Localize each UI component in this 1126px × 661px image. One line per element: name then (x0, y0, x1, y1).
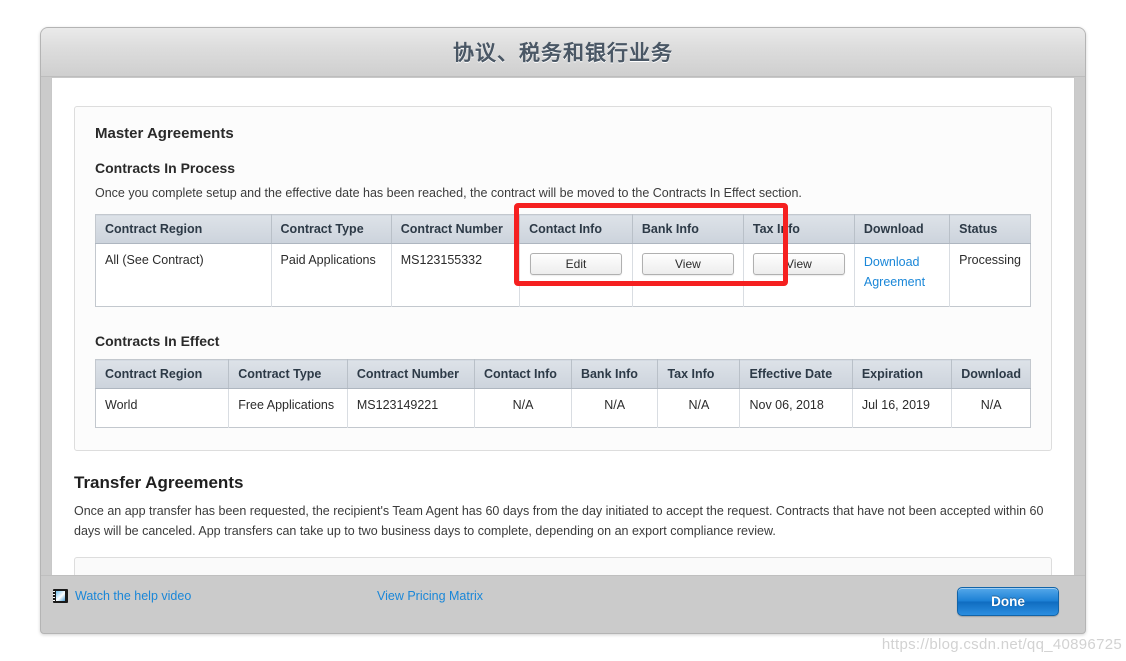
cell-status: Processing (949, 243, 1031, 307)
download-agreement-line1: Download (863, 255, 920, 270)
cell-contact-info: N/A (474, 388, 572, 428)
cell-contract-number: MS123149221 (347, 388, 476, 428)
watch-help-video-link[interactable]: Watch the help video (75, 589, 191, 603)
cell-contract-number: MS123155332 (391, 243, 521, 307)
cell-expiration: Jul 16, 2019 (852, 388, 953, 428)
col-contact-info: Contact Info (519, 214, 633, 245)
transfer-agreements-title: Transfer Agreements (74, 473, 244, 493)
cell-tax-info: View (743, 243, 855, 307)
col-contract-number: Contract Number (391, 214, 521, 245)
content-panel: Master Agreements Contracts In Process O… (51, 77, 1075, 577)
table-row: World Free Applications MS123149221 N/A … (95, 388, 1031, 428)
master-agreements-card: Master Agreements Contracts In Process O… (74, 106, 1052, 452)
view-bank-info-button[interactable]: View (641, 253, 734, 276)
film-video-icon (53, 589, 68, 603)
transfer-agreements-description: Once an app transfer has been requested,… (74, 504, 1044, 538)
col-contract-number: Contract Number (347, 359, 476, 390)
contracts-in-effect-table: Contract Region Contract Type Contract N… (95, 359, 1031, 429)
cell-bank-info: View (632, 243, 744, 307)
contracts-in-effect-thead: Contract Region Contract Type Contract N… (95, 359, 1031, 390)
col-download: Download (951, 359, 1031, 390)
download-agreement-link[interactable]: Download Agreement (864, 255, 925, 288)
col-effective-date: Effective Date (739, 359, 853, 390)
col-contract-region: Contract Region (95, 359, 230, 390)
cell-effective-date: Nov 06, 2018 (739, 388, 853, 428)
table-header-row: Contract Region Contract Type Contract N… (95, 359, 1031, 390)
col-bank-info: Bank Info (632, 214, 744, 245)
contracts-in-effect-tbody: World Free Applications MS123149221 N/A … (95, 388, 1031, 428)
col-expiration: Expiration (852, 359, 953, 390)
watermark-text: https://blog.csdn.net/qq_40896725 (881, 636, 1122, 653)
col-bank-info: Bank Info (571, 359, 659, 390)
cell-contract-region: All (See Contract) (95, 243, 272, 307)
cell-contract-region: World (95, 388, 230, 428)
col-status: Status (949, 214, 1031, 245)
contracts-in-process-table: Contract Region Contract Type Contract N… (95, 214, 1031, 308)
col-download: Download (854, 214, 951, 245)
cell-tax-info: N/A (657, 388, 741, 428)
cell-download: Download Agreement (854, 243, 951, 307)
col-contract-type: Contract Type (271, 214, 392, 245)
download-agreement-line2: Agreement (863, 274, 926, 289)
cell-contact-info: Edit (519, 243, 633, 307)
transfer-agreements-empty-box: You have no Transfer Agreements. (74, 556, 1052, 577)
modal-footer: Watch the help video View Pricing Matrix… (41, 575, 1085, 633)
help-video-group[interactable]: Watch the help video (53, 589, 191, 603)
cell-download: N/A (951, 388, 1031, 428)
col-tax-info: Tax Info (743, 214, 855, 245)
col-contract-type: Contract Type (228, 359, 348, 390)
done-button[interactable]: Done (957, 587, 1059, 616)
content-inner: Master Agreements Contracts In Process O… (52, 78, 1074, 577)
cell-contract-type: Paid Applications (271, 243, 392, 307)
col-contact-info: Contact Info (474, 359, 572, 390)
contracts-in-effect-title: Contracts In Effect (95, 333, 220, 350)
contracts-in-process-thead: Contract Region Contract Type Contract N… (95, 214, 1031, 245)
cell-contract-type: Free Applications (228, 388, 348, 428)
table-header-row: Contract Region Contract Type Contract N… (95, 214, 1031, 245)
master-agreements-title: Master Agreements (95, 125, 234, 142)
table-spacer (95, 307, 1031, 333)
screenshot-root: 协议、税务和银行业务 Master Agreements Contracts I… (0, 0, 1126, 661)
contracts-in-process-title: Contracts In Process (95, 160, 236, 176)
col-tax-info: Tax Info (657, 359, 741, 390)
window-titlebar: 协议、税务和银行业务 (41, 28, 1085, 77)
cell-bank-info: N/A (571, 388, 659, 428)
transfer-agreements-section: Transfer Agreements Once an app transfer… (74, 451, 1052, 577)
table-row: All (See Contract) Paid Applications MS1… (95, 243, 1031, 307)
agreements-modal-window: 协议、税务和银行业务 Master Agreements Contracts I… (40, 27, 1086, 634)
contracts-in-process-tbody: All (See Contract) Paid Applications MS1… (95, 243, 1031, 307)
pricing-matrix-group: View Pricing Matrix (377, 589, 483, 603)
contracts-in-process-description: Once you complete setup and the effectiv… (95, 186, 802, 200)
window-title: 协议、税务和银行业务 (453, 42, 673, 65)
col-contract-region: Contract Region (95, 214, 272, 245)
view-tax-info-button[interactable]: View (752, 253, 845, 276)
edit-contact-info-button[interactable]: Edit (529, 253, 622, 276)
view-pricing-matrix-link[interactable]: View Pricing Matrix (377, 589, 483, 603)
